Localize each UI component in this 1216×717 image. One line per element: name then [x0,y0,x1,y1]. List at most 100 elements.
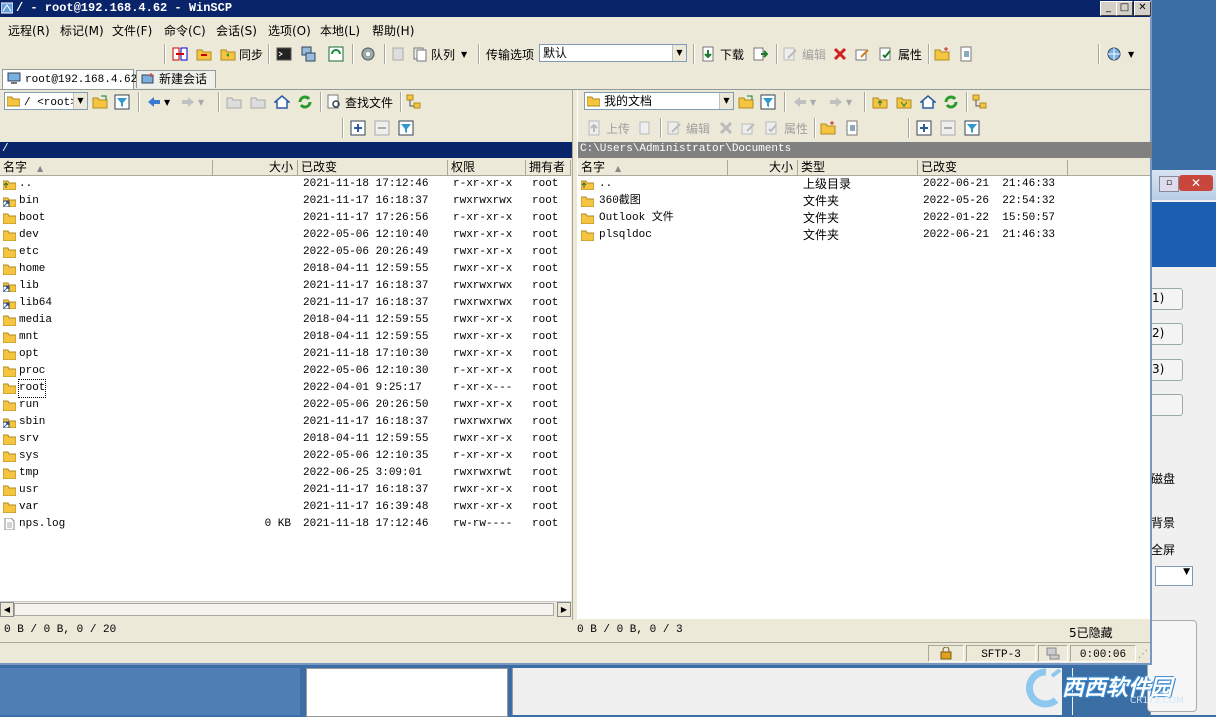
table-row[interactable]: 360截图 文件夹 2022-05-26 22:54:32 [578,193,1150,210]
compare-button[interactable] [172,44,188,64]
queue-button[interactable]: 队列 ▼ [412,44,467,64]
hidden-files-count[interactable]: 5已隐藏 [1069,624,1113,641]
remote-forward-button[interactable]: ▼ [180,92,204,112]
table-row[interactable]: home 2018-04-11 12:59:55 rwxr-xr-x root [0,261,571,278]
local-new-file-button[interactable] [844,118,860,138]
local-edit-button[interactable]: 编辑 [666,118,710,138]
table-row[interactable]: proc 2022-05-06 12:10:30 r-xr-xr-x root [0,363,571,380]
menu-session[interactable]: 会话(S) [216,22,257,39]
refresh-session-button[interactable] [328,44,344,64]
table-row[interactable]: tmp 2022-06-25 3:09:01 rwxrwxrwt root [0,465,571,482]
local-delete-button[interactable] [718,118,734,138]
table-row[interactable]: opt 2021-11-18 17:10:30 rwxr-xr-x root [0,346,571,363]
local-path-combo[interactable]: 我的文档 ▼ [584,92,734,110]
table-row[interactable]: lib64 2021-11-17 16:18:37 rwxrwxrwx root [0,295,571,312]
table-row[interactable]: sys 2022-05-06 12:10:35 r-xr-xr-x root [0,448,571,465]
table-row[interactable]: .. 2021-11-18 17:12:46 r-xr-xr-x root [0,176,571,193]
resize-grip-icon[interactable]: ⋰ [1138,649,1148,661]
remote-home-button[interactable] [274,92,290,112]
remote-scroll-thumb[interactable] [14,603,554,616]
table-row[interactable]: run 2022-05-06 20:26:50 rwxr-xr-x root [0,397,571,414]
local-new-folder-button[interactable] [820,118,836,138]
table-row[interactable]: Outlook 文件 文件夹 2022-01-22 15:50:57 [578,210,1150,227]
menu-command[interactable]: 命令(C) [164,22,206,39]
local-select-button[interactable] [916,118,932,138]
close-button[interactable]: ✕ [1134,1,1151,16]
local-filter-button[interactable] [760,92,776,112]
menu-help[interactable]: 帮助(H) [372,22,414,39]
local-col-name[interactable]: 名字 ▲ [578,160,728,175]
background-select[interactable]: ▼ [1155,566,1193,586]
scroll-right-icon[interactable]: ▶ [557,602,571,617]
local-col-changed[interactable]: 已改变 [918,160,1068,175]
delete-button[interactable] [832,44,848,64]
table-row[interactable]: usr 2021-11-17 16:18:37 rwxr-xr-x root [0,482,571,499]
tab-session-root[interactable]: root@192.168.4.62 [2,69,137,89]
putty-button[interactable] [300,44,316,64]
console-button[interactable] [276,44,292,64]
remote-open-folder-button[interactable] [92,92,108,112]
table-row[interactable]: nps.log 0 KB 2021-11-18 17:12:46 rw-rw---- r… [0,516,571,533]
transfer-settings-combo[interactable]: 默认 ▼ [539,44,687,62]
table-row[interactable]: sbin 2021-11-17 16:18:37 rwxrwxrwx root [0,414,571,431]
local-open-folder-button[interactable] [738,92,754,112]
restore-icon[interactable]: ▫ [1159,176,1179,192]
upload-options-button[interactable] [638,118,654,138]
close-icon[interactable]: ✕ [1179,175,1213,191]
preferences-button[interactable] [360,44,376,64]
menu-local[interactable]: 本地(L) [320,22,360,39]
remote-col-rights[interactable]: 权限 [448,160,526,175]
remote-filter-select-button[interactable] [398,118,414,138]
local-home-button[interactable] [920,92,936,112]
remote-refresh-button[interactable] [297,92,313,112]
minimize-button[interactable]: _ [1100,1,1117,16]
remote-back-button[interactable]: ▼ [146,92,170,112]
remote-parent-dir-button[interactable] [226,92,242,112]
table-row[interactable]: var 2021-11-17 16:39:48 rwxr-xr-x root [0,499,571,516]
new-folder-button[interactable] [934,44,950,64]
remote-col-owner[interactable]: 拥有者 [526,160,571,175]
local-filter-select-button[interactable] [964,118,980,138]
sync-button[interactable]: 同步 [220,44,263,64]
remote-filter-button[interactable] [114,92,130,112]
scroll-left-icon[interactable]: ◀ [0,602,14,617]
table-row[interactable]: bin 2021-11-17 16:18:37 rwxrwxrwx root [0,193,571,210]
remote-col-name[interactable]: 名字 ▲ [0,160,213,175]
menu-options[interactable]: 选项(O) [268,22,311,39]
maximize-button[interactable]: □ [1116,1,1133,16]
table-row[interactable]: boot 2021-11-17 17:26:56 r-xr-xr-x root [0,210,571,227]
remote-unselect-button[interactable] [374,118,390,138]
synchronize-browse-button[interactable] [196,44,212,64]
remote-col-size[interactable]: 大小 [213,160,298,175]
tab-new-session[interactable]: 新建会话 [136,70,216,88]
properties-button[interactable]: 属性 [878,44,922,64]
table-row[interactable]: media 2018-04-11 12:59:55 rwxr-xr-x root [0,312,571,329]
sessions-button[interactable]: ▼ [1106,44,1134,64]
local-rename-button[interactable] [740,118,756,138]
local-properties-button[interactable]: 属性 [764,118,808,138]
table-row[interactable]: .. 上级目录 2022-06-21 21:46:33 [578,176,1150,193]
table-row[interactable]: mnt 2018-04-11 12:59:55 rwxr-xr-x root [0,329,571,346]
menu-file[interactable]: 文件(F) [112,22,152,39]
local-root-dir-button[interactable] [896,92,912,112]
rename-button[interactable] [854,44,870,64]
table-row[interactable]: root 2022-04-01 9:25:17 r-xr-x--- root [0,379,571,398]
new-file-button[interactable] [958,44,974,64]
remote-select-button[interactable] [350,118,366,138]
local-tree-toggle-button[interactable] [972,92,988,112]
table-row[interactable]: srv 2018-04-11 12:59:55 rwxr-xr-x root [0,431,571,448]
local-col-type[interactable]: 类型 [798,160,918,175]
local-file-list[interactable]: .. 上级目录 2022-06-21 21:46:33 360截图 文件夹 2022-05… [578,176,1150,619]
download-button[interactable]: 下载 [700,44,744,64]
remote-col-changed[interactable]: 已改变 [298,160,448,175]
local-back-button[interactable]: ▼ [792,92,816,112]
local-refresh-button[interactable] [943,92,959,112]
remote-root-dir-button[interactable] [250,92,266,112]
menu-remote[interactable]: 远程(R) [8,22,50,39]
local-col-size[interactable]: 大小 [728,160,798,175]
edit-button[interactable]: 编辑 [782,44,826,64]
table-row[interactable]: lib 2021-11-17 16:18:37 rwxrwxrwx root [0,278,571,295]
table-row[interactable]: etc 2022-05-06 20:26:49 rwxr-xr-x root [0,244,571,261]
download-options-button[interactable] [752,44,768,64]
find-files-button[interactable]: 查找文件 [326,92,393,112]
